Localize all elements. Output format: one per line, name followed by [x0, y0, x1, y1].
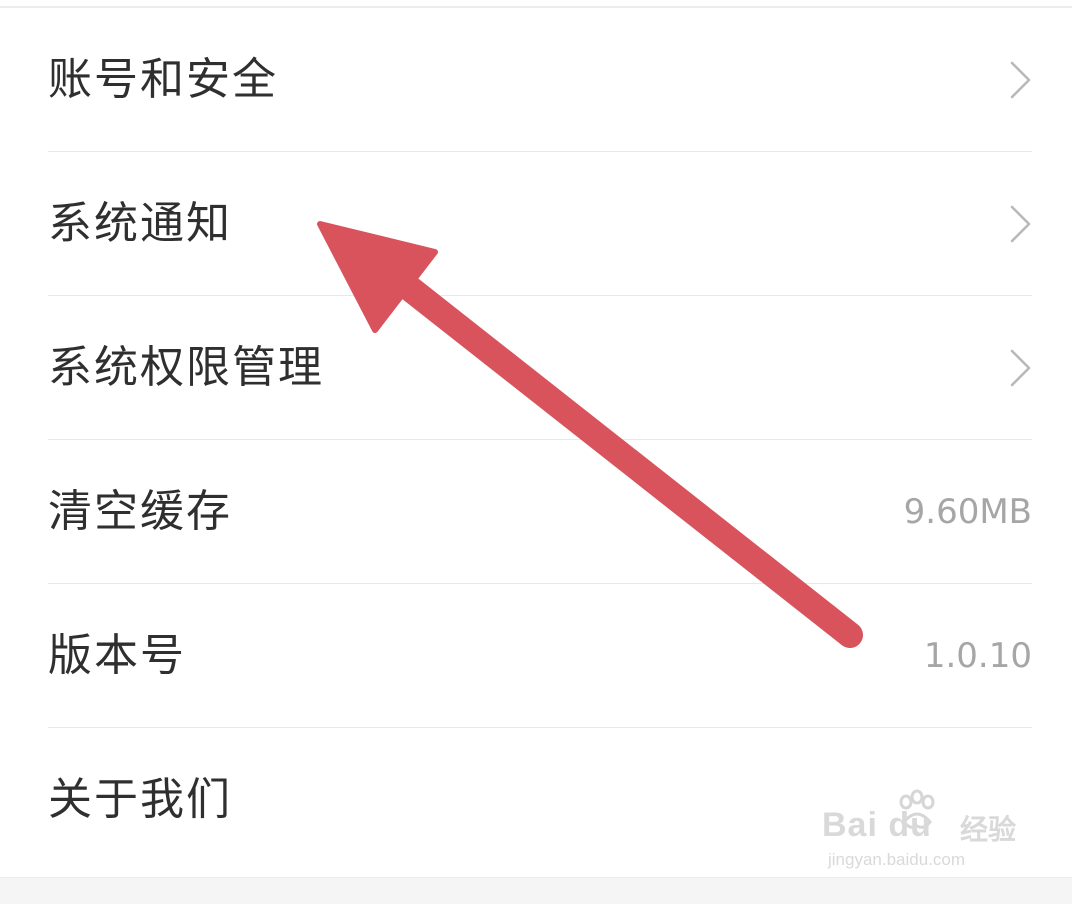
- version-value: 1.0.10: [923, 635, 1032, 676]
- watermark-product: 经验: [960, 814, 1017, 845]
- watermark-url: jingyan.baidu.com: [828, 850, 966, 869]
- item-label: 关于我们: [48, 774, 232, 825]
- settings-item-version[interactable]: 版本号 1.0.10: [48, 584, 1032, 728]
- baidu-jingyan-watermark: Bai du 经验 jingyan.baidu.com: [822, 788, 1022, 880]
- chevron-right-icon: [992, 60, 1032, 100]
- settings-list: 账号和安全 系统通知 系统权限管理 清空缓存 9.60MB 版本号 1.0.10…: [48, 8, 1032, 872]
- item-label: 版本号: [48, 629, 186, 681]
- settings-item-permission-management[interactable]: 系统权限管理: [48, 296, 1032, 440]
- item-label: 系统通知: [48, 197, 232, 249]
- item-label: 清空缓存: [48, 485, 232, 537]
- chevron-right-icon: [992, 348, 1032, 388]
- settings-item-system-notification[interactable]: 系统通知: [48, 152, 1032, 296]
- bottom-bar: [0, 877, 1072, 904]
- settings-item-account-security[interactable]: 账号和安全: [48, 8, 1032, 152]
- item-label: 账号和安全: [48, 53, 278, 105]
- settings-item-clear-cache[interactable]: 清空缓存 9.60MB: [48, 440, 1032, 584]
- item-label: 系统权限管理: [48, 341, 324, 393]
- chevron-right-icon: [992, 204, 1032, 244]
- cache-size-value: 9.60MB: [903, 491, 1032, 532]
- watermark-logo: Bai du: [822, 806, 932, 844]
- settings-screen: 账号和安全 系统通知 系统权限管理 清空缓存 9.60MB 版本号 1.0.10…: [0, 0, 1072, 904]
